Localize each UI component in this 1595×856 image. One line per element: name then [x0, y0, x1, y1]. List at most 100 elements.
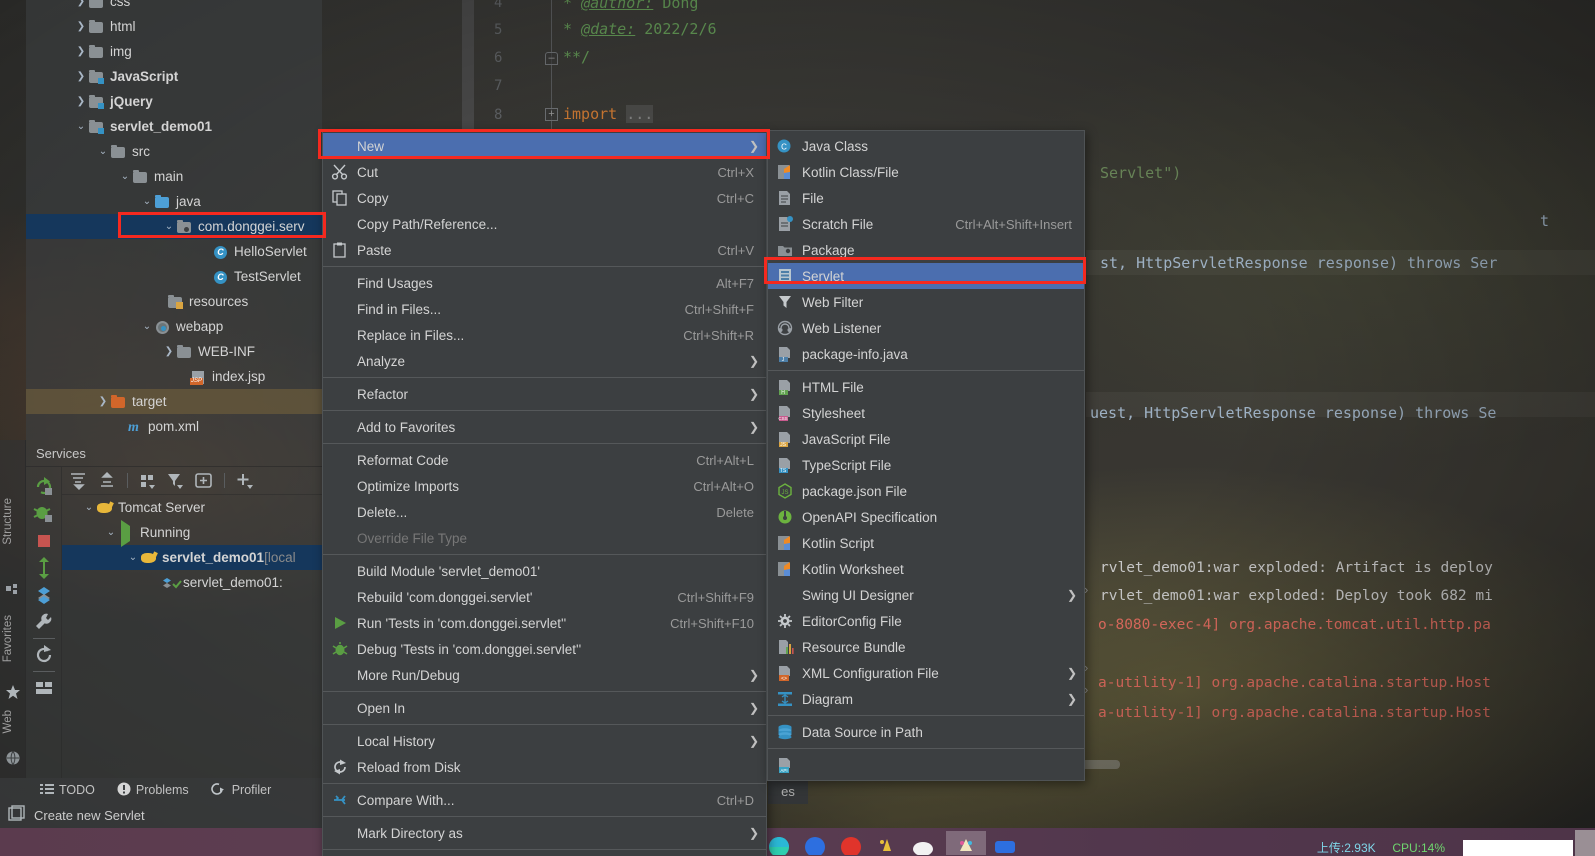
structure-icon[interactable] — [5, 582, 21, 598]
chevron-down-icon[interactable]: ⌄ — [126, 552, 140, 563]
tree-node-target[interactable]: ❯ target — [26, 389, 322, 414]
menu-item-more-run-debug[interactable]: More Run/Debug ❯ — [323, 662, 766, 688]
taskbar-app-icon-active[interactable] — [946, 831, 986, 855]
submenu-item-stylesheet[interactable]: CSS Stylesheet — [768, 400, 1084, 426]
plus-icon[interactable] — [233, 470, 257, 492]
tool-window-structure-label[interactable]: Structure — [2, 498, 14, 545]
tree-node-img[interactable]: ❯ img — [26, 39, 322, 64]
services-node-artifact[interactable]: servlet_demo01: — [62, 570, 322, 595]
submenu-item-data-source-in-path[interactable]: Data Source in Path — [768, 719, 1084, 745]
artifacts-icon[interactable] — [31, 582, 57, 608]
tree-node-index-jsp[interactable]: JSP index.jsp — [26, 364, 322, 389]
taskbar-app-icon[interactable] — [910, 831, 940, 856]
chevron-right-icon[interactable]: ❯ — [96, 396, 110, 407]
rerun-icon[interactable] — [31, 474, 57, 500]
submenu-item-java-class[interactable]: C Java Class — [768, 133, 1084, 159]
submenu-item-diagram[interactable]: Diagram ❯ — [768, 686, 1084, 712]
tree-node-java[interactable]: ⌄ java — [26, 189, 322, 214]
star-icon[interactable] — [5, 684, 21, 700]
menu-item-debug-tests[interactable]: Debug 'Tests in 'com.donggei.servlet'' — [323, 636, 766, 662]
submenu-item-scratch-file[interactable]: Scratch File Ctrl+Alt+Shift+Insert — [768, 211, 1084, 237]
menu-item-delete[interactable]: Delete... Delete — [323, 499, 766, 525]
services-node-servlet-demo01[interactable]: ⌄ servlet_demo01 [local — [62, 545, 322, 570]
submenu-item-web-filter[interactable]: Web Filter — [768, 289, 1084, 315]
tree-node-html[interactable]: ❯ html — [26, 14, 322, 39]
settings-wrench-icon[interactable] — [31, 609, 57, 635]
taskbar-app-icon[interactable] — [802, 831, 832, 856]
menu-item-cut[interactable]: Cut Ctrl+X — [323, 159, 766, 185]
chevron-right-icon[interactable]: ❯ — [74, 21, 88, 32]
chevron-down-icon[interactable]: ⌄ — [162, 221, 176, 232]
tree-node-javascript[interactable]: ❯ JavaScript — [26, 64, 322, 89]
chevron-down-icon[interactable]: ⌄ — [82, 502, 96, 513]
tree-node-webapp[interactable]: ⌄ webapp — [26, 314, 322, 339]
submenu-item-kotlin-class-file[interactable]: Kotlin Class/File — [768, 159, 1084, 185]
globe-icon[interactable] — [5, 750, 21, 766]
tree-node-package-com-donggei-servlet[interactable]: ⌄ com.donggei.serv — [26, 214, 322, 239]
rerun-debug-icon[interactable] — [31, 501, 57, 527]
taskbar-tray-area[interactable] — [1575, 830, 1595, 856]
menu-item-copy-path-reference[interactable]: Copy Path/Reference... — [323, 211, 766, 237]
taskbar-app-icon[interactable] — [838, 831, 868, 856]
tree-node-servlet-demo01[interactable]: ⌄ servlet_demo01 — [26, 114, 322, 139]
menu-item-find-usages[interactable]: Find Usages Alt+F7 — [323, 270, 766, 296]
submenu-item-servlet[interactable]: Servlet — [768, 263, 1084, 289]
refresh-icon[interactable] — [31, 642, 57, 668]
chevron-down-icon[interactable]: ⌄ — [104, 527, 118, 538]
menu-item-refactor[interactable]: Refactor ❯ — [323, 381, 766, 407]
submenu-item-package-json-file[interactable]: JS package.json File — [768, 478, 1084, 504]
tree-node-resources[interactable]: resources — [26, 289, 322, 314]
menu-item-copy[interactable]: Copy Ctrl+C — [323, 185, 766, 211]
submenu-item-html-file[interactable]: H HTML File — [768, 374, 1084, 400]
chevron-right-icon[interactable]: ❯ — [162, 346, 176, 357]
tree-node-pom-xml[interactable]: m pom.xml — [26, 414, 322, 439]
stop-icon[interactable] — [31, 528, 57, 554]
taskbar-app-icon[interactable] — [874, 831, 904, 853]
submenu-item-kotlin-script[interactable]: Kotlin Script — [768, 530, 1084, 556]
deploy-icon[interactable] — [31, 555, 57, 581]
tree-node-jquery[interactable]: ❯ jQuery — [26, 89, 322, 114]
taskbar-search-box[interactable] — [1463, 840, 1573, 856]
submenu-item-typescript-file[interactable]: TS TypeScript File — [768, 452, 1084, 478]
tool-window-todo[interactable]: TODO — [40, 782, 95, 799]
menu-item-rebuild[interactable]: Rebuild 'com.donggei.servlet' Ctrl+Shift… — [323, 584, 766, 610]
menu-item-find-in-files[interactable]: Find in Files... Ctrl+Shift+F — [323, 296, 766, 322]
tree-node-testservlet[interactable]: C TestServlet — [26, 264, 322, 289]
chevron-right-icon[interactable]: ❯ — [74, 0, 88, 7]
taskbar-app-icon[interactable] — [766, 831, 796, 856]
tree-node-web-inf[interactable]: ❯ WEB-INF — [26, 339, 322, 364]
expand-all-icon[interactable] — [67, 470, 91, 492]
submenu-item-resource-bundle[interactable]: Resource Bundle — [768, 634, 1084, 660]
menu-item-compare-with[interactable]: Compare With... Ctrl+D — [323, 787, 766, 813]
menu-item-optimize-imports[interactable]: Optimize Imports Ctrl+Alt+O — [323, 473, 766, 499]
fold-expand-icon[interactable]: + — [545, 108, 558, 121]
submenu-item-editorconfig-file[interactable]: EditorConfig File — [768, 608, 1084, 634]
console-tab-label[interactable]: es — [768, 778, 808, 804]
submenu-item-package[interactable]: Package — [768, 237, 1084, 263]
tree-node-helloservlet[interactable]: C HelloServlet — [26, 239, 322, 264]
menu-item-reformat-code[interactable]: Reformat Code Ctrl+Alt+L — [323, 447, 766, 473]
services-node-tomcat-server[interactable]: ⌄ Tomcat Server — [62, 495, 322, 520]
chevron-down-icon[interactable]: ⌄ — [140, 196, 154, 207]
chevron-down-icon[interactable]: ⌄ — [140, 321, 154, 332]
submenu-item-file[interactable]: File — [768, 185, 1084, 211]
menu-item-new[interactable]: New ❯ — [323, 133, 766, 159]
chevron-right-icon[interactable]: ❯ — [74, 71, 88, 82]
tool-window-problems[interactable]: Problems — [117, 782, 189, 799]
tool-window-web-label[interactable]: Web — [2, 710, 14, 733]
chevron-right-icon[interactable]: ❯ — [74, 96, 88, 107]
menu-item-reload-from-disk[interactable]: Reload from Disk — [323, 754, 766, 780]
filter-icon[interactable] — [164, 470, 188, 492]
submenu-item-swing-ui-designer[interactable]: Swing UI Designer ❯ — [768, 582, 1084, 608]
submenu-item-openapi-specification[interactable]: OpenAPI Specification — [768, 504, 1084, 530]
chevron-down-icon[interactable]: ⌄ — [118, 171, 132, 182]
submenu-item-javascript-file[interactable]: JS JavaScript File — [768, 426, 1084, 452]
menu-item-run-tests[interactable]: Run 'Tests in 'com.donggei.servlet'' Ctr… — [323, 610, 766, 636]
submenu-item-web-listener[interactable]: Web Listener — [768, 315, 1084, 341]
group-by-icon[interactable] — [136, 470, 160, 492]
fold-collapse-icon[interactable]: – — [545, 52, 558, 65]
collapse-all-icon[interactable] — [95, 470, 119, 492]
chevron-right-icon[interactable]: ❯ — [74, 46, 88, 57]
submenu-item-http-request[interactable]: API — [768, 752, 1084, 778]
menu-item-open-in[interactable]: Open In ❯ — [323, 695, 766, 721]
